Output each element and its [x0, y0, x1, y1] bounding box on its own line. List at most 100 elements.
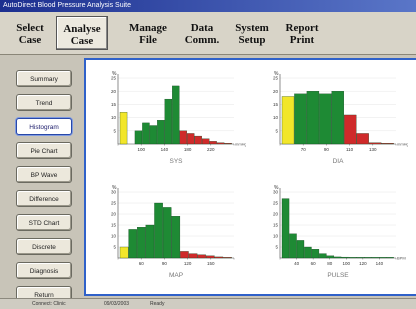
x-tick-label: 100: [137, 147, 145, 152]
histogram-bar: [154, 202, 163, 259]
histogram-bar: [381, 143, 394, 145]
pulse-histogram: 30252015105%40 60 80 100 120 140BPMPULSE: [273, 185, 406, 279]
histogram-bar: [119, 112, 128, 145]
histogram-bar: [334, 256, 342, 259]
y-tick-label: 15: [111, 102, 117, 107]
histogram-bar: [326, 255, 335, 259]
dia-histogram: 252015105%70 90 110 130mmHgDIA: [273, 71, 408, 165]
y-tick-label: 25: [273, 201, 279, 206]
histogram-bar: [142, 122, 150, 145]
y-tick-label: 10: [111, 115, 117, 120]
histogram-bar: [187, 133, 195, 145]
x-axis-unit: BPM: [397, 256, 406, 261]
histogram-bar: [294, 93, 307, 145]
y-tick-label: 20: [273, 89, 279, 94]
histogram-bar: [331, 91, 344, 145]
menu-system-setup[interactable]: System Setup: [226, 16, 278, 50]
window-title: AutoDirect Blood Pressure Analysis Suite: [3, 2, 132, 9]
y-tick-label: 20: [111, 89, 117, 94]
y-tick-label: 25: [111, 201, 117, 206]
histogram-bar: [319, 93, 332, 145]
histogram-bar: [179, 130, 187, 145]
sidebar-item-std-chart[interactable]: STD Chart: [16, 214, 72, 231]
y-tick-label: 5: [275, 245, 278, 250]
sidebar-item-diagnosis[interactable]: Diagnosis: [16, 262, 72, 279]
main-menu-bar: Select Case Analyse Case Manage File Dat…: [0, 12, 416, 55]
y-tick-label: 20: [273, 212, 279, 217]
x-tick-label: 140: [161, 147, 169, 152]
histogram-bar: [356, 133, 369, 145]
histogram-bar: [306, 91, 320, 145]
histogram-bar: [281, 198, 290, 259]
x-tick-label: 60: [139, 261, 145, 266]
x-tick-label: 90: [324, 147, 330, 152]
chart-title: SYS: [169, 158, 183, 165]
histogram-bar: [157, 120, 165, 145]
x-tick-label: 140: [376, 261, 384, 266]
histogram-bar: [214, 256, 224, 259]
histogram-bar: [349, 257, 357, 259]
histogram-bar: [134, 130, 143, 145]
histogram-bar: [188, 253, 198, 259]
y-axis-label: %: [112, 71, 117, 77]
x-tick-label: 60: [311, 261, 317, 266]
sidebar-item-summary[interactable]: Summary: [16, 70, 72, 87]
x-tick-label: 90: [162, 261, 168, 266]
histogram-panel: 25 20 15 10 5% 100 140 180 220 mmHg SYS 25 20 15 10 5%…: [84, 58, 416, 296]
sys-histogram: 252015105%100 140 180 220mmHgSYS: [111, 71, 246, 165]
window-title-bar: AutoDirect Blood Pressure Analysis Suite: [0, 0, 416, 12]
histogram-bar: [172, 85, 180, 145]
menu-analyse-case[interactable]: Analyse Case: [56, 16, 108, 50]
x-tick-label: 40: [294, 261, 300, 266]
y-axis-label: %: [274, 71, 279, 77]
histogram-bar: [296, 240, 305, 259]
histogram-bar: [319, 253, 327, 259]
histogram-bar: [149, 125, 158, 145]
histogram-bar: [171, 216, 181, 259]
histogram-bar: [164, 98, 173, 145]
menu-report-print[interactable]: Report Print: [276, 16, 328, 50]
y-tick-label: 15: [273, 102, 279, 107]
x-tick-label: 150: [207, 261, 215, 266]
histogram-bar: [341, 256, 349, 259]
analysis-sidebar: Summary Trend Histogram Pie Chart BP Wav…: [12, 62, 74, 303]
x-tick-label: 120: [184, 261, 192, 266]
sidebar-item-bp-wave[interactable]: BP Wave: [16, 166, 72, 183]
menu-manage-file[interactable]: Manage File: [122, 16, 174, 50]
y-tick-label: 20: [111, 212, 117, 217]
histogram-bar: [197, 254, 206, 259]
y-tick-label: 15: [273, 223, 279, 228]
y-tick-label: 5: [113, 128, 116, 133]
histogram-bar: [224, 143, 232, 145]
x-tick-label: 120: [359, 261, 367, 266]
status-bar: Connect: Clinic 09/03/2003 Ready: [0, 298, 416, 309]
chart-title: MAP: [169, 272, 183, 279]
sidebar-item-histogram[interactable]: Histogram: [16, 118, 72, 135]
y-tick-label: 5: [275, 128, 278, 133]
x-axis-unit: mmHg: [235, 142, 246, 147]
y-tick-label: 15: [111, 223, 117, 228]
x-tick-label: 220: [207, 147, 215, 152]
histogram-bar: [180, 251, 189, 259]
x-axis-unit: mmHg: [397, 142, 408, 147]
y-tick-label: 10: [111, 234, 117, 239]
y-tick-label: 10: [273, 115, 279, 120]
x-tick-label: 180: [184, 147, 192, 152]
sidebar-item-pie-chart[interactable]: Pie Chart: [16, 142, 72, 159]
menu-select-case[interactable]: Select Case: [4, 16, 56, 50]
map-histogram: 30252015105%60 90 120 150MAP: [111, 185, 235, 279]
y-tick-label: 10: [273, 234, 279, 239]
histogram-bar: [128, 229, 137, 259]
x-tick-label: 80: [327, 261, 333, 266]
sidebar-item-trend[interactable]: Trend: [16, 94, 72, 111]
histogram-bar: [162, 207, 172, 259]
x-tick-label: 130: [369, 147, 377, 152]
histogram-bar: [201, 138, 210, 145]
menu-data-comm[interactable]: Data Comm.: [176, 16, 228, 50]
histogram-bar: [368, 142, 382, 145]
histogram-bar: [137, 227, 146, 259]
histogram-bar: [304, 246, 312, 259]
sidebar-item-difference[interactable]: Difference: [16, 190, 72, 207]
histogram-bar: [216, 142, 225, 145]
sidebar-item-discrete[interactable]: Discrete: [16, 238, 72, 255]
